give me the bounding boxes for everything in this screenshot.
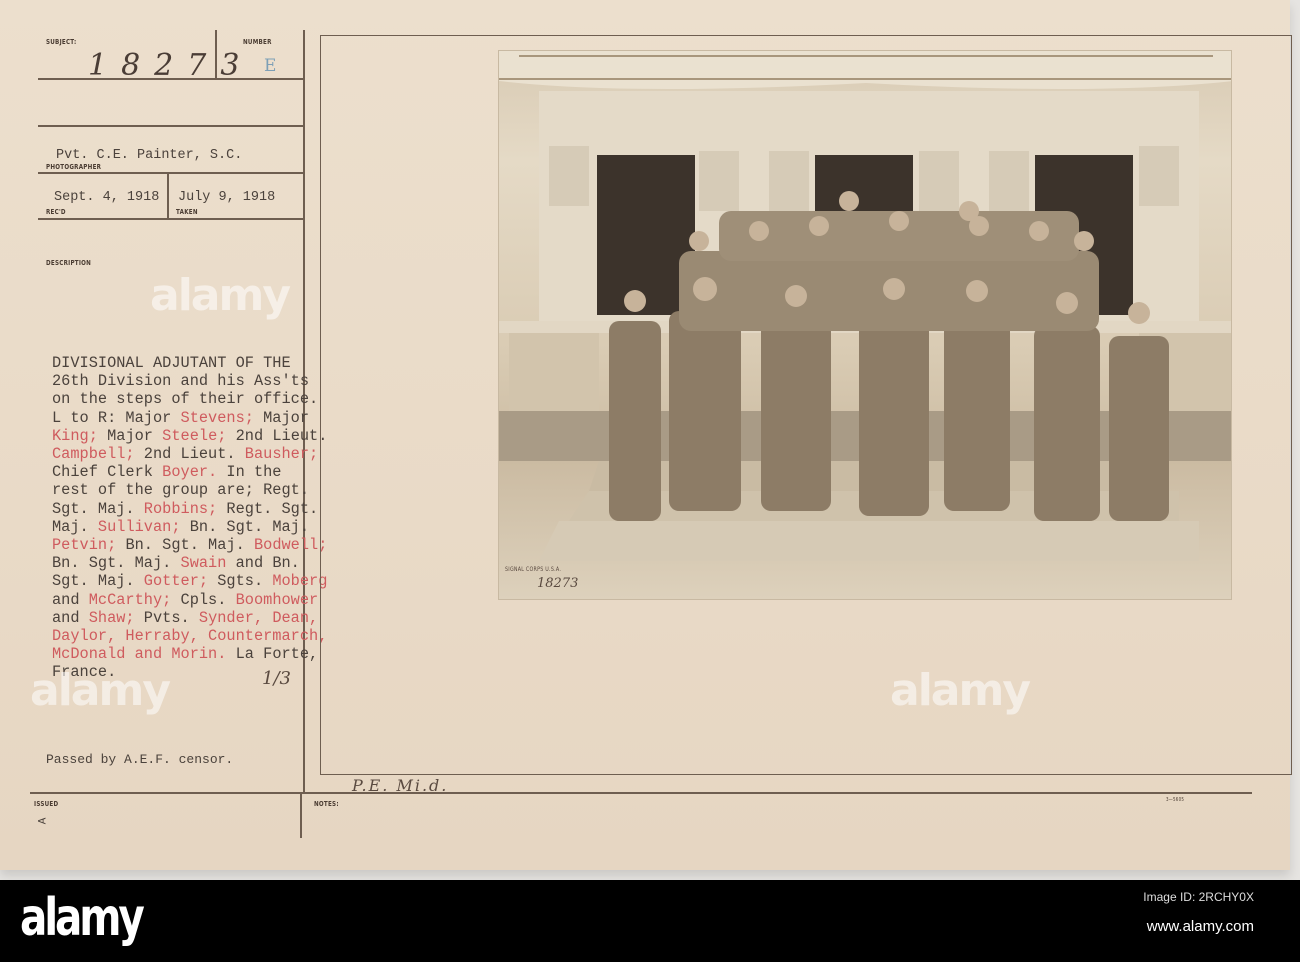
- description-line: Campbell; 2nd Lieut. Bausher;: [52, 445, 327, 463]
- description-line: Bn. Sgt. Maj. Swain and Bn.: [52, 554, 327, 572]
- issued-mark: A: [37, 817, 50, 825]
- description-segment: and: [52, 590, 89, 609]
- person-name: Swain: [180, 554, 227, 573]
- description-line: DIVISIONAL ADJUTANT OF THE: [52, 354, 327, 372]
- person-name: King;: [52, 426, 98, 445]
- person-name: Boomhower: [235, 590, 319, 609]
- issued-label: ISSUED: [34, 800, 59, 808]
- description-line: Sgt. Maj. Gotter; Sgts. Moberg: [52, 572, 327, 590]
- notes-label: NOTES:: [314, 800, 339, 808]
- subject-value: 18273: [88, 48, 254, 83]
- bottom-divider: [30, 792, 1252, 794]
- person-name: Daylor, Herraby, Countermarch,: [52, 627, 328, 646]
- form-number: 3—5605: [1166, 797, 1185, 803]
- description-segment: and: [52, 608, 89, 627]
- notes-handwritten: P.E. Mi.d.: [352, 776, 449, 795]
- description-segment: L to R: Major: [52, 408, 181, 427]
- photo-number: 18273: [537, 576, 579, 591]
- image-id: Image ID: 2RCHY0X: [1143, 890, 1254, 904]
- divider: [38, 172, 304, 174]
- description-segment: DIVISIONAL ADJUTANT OF THE: [52, 354, 291, 372]
- description-segment: Regt. Sgt.: [217, 499, 319, 518]
- description-segment: rest of the group are; Regt.: [52, 481, 310, 500]
- description-segment: Bn. Sgt. Maj.: [116, 536, 254, 555]
- person-name: McDonald and Morin.: [52, 645, 227, 664]
- taken-value: July 9, 1918: [178, 190, 276, 205]
- description-segment: 2nd Lieut.: [226, 426, 328, 445]
- person-name: Boyer.: [162, 463, 218, 482]
- description-segment: Sgt. Maj.: [52, 499, 144, 518]
- person-name: Campbell;: [52, 445, 135, 464]
- person-name: Bausher;: [244, 445, 319, 464]
- description-line: and McCarthy; Cpls. Boomhower: [52, 591, 327, 609]
- description-line: Chief Clerk Boyer. In the: [52, 463, 327, 481]
- photographer-label: PHOTOGRAPHER: [46, 163, 102, 171]
- description-segment: Pvts.: [134, 608, 199, 627]
- description-segment: 2nd Lieut.: [134, 445, 245, 464]
- handwritten-fraction: 1/3: [262, 668, 291, 689]
- watermark: alamy: [30, 665, 171, 716]
- person-name: Shaw;: [88, 608, 135, 627]
- divider: [38, 218, 304, 220]
- person-name: Petvin;: [52, 536, 117, 555]
- subject-label: SUBJECT:: [46, 38, 77, 46]
- divider: [38, 125, 304, 127]
- description-segment: on the steps of their office.: [52, 390, 319, 409]
- description-segment: In the: [217, 463, 282, 482]
- description-line: Petvin; Bn. Sgt. Maj. Bodwell;: [52, 536, 327, 554]
- description-segment: 26th Division and his Ass'ts: [52, 372, 310, 391]
- description-segment: La Forte,: [226, 645, 319, 664]
- description-line: rest of the group are; Regt.: [52, 481, 327, 499]
- description-segment: Major: [97, 426, 163, 445]
- person-name: Sullivan;: [97, 517, 181, 536]
- footer-url[interactable]: www.alamy.com: [1147, 918, 1254, 935]
- description-segment: Bn. Sgt. Maj.: [52, 554, 181, 573]
- description-segment: Bn. Sgt. Maj.: [180, 517, 310, 536]
- description-line: King; Major Steele; 2nd Lieut.: [52, 427, 327, 445]
- received-label: REC'D: [46, 208, 66, 216]
- description-segment: Chief Clerk: [52, 463, 163, 482]
- received-value: Sept. 4, 1918: [54, 190, 160, 205]
- description-segment: Sgt. Maj.: [52, 572, 144, 591]
- number-value: E: [264, 56, 277, 76]
- description-line: and Shaw; Pvts. Synder, Dean,: [52, 609, 327, 627]
- description-line: 26th Division and his Ass'ts: [52, 372, 327, 390]
- group-photo-illustration: [499, 51, 1231, 561]
- description-line: Daylor, Herraby, Countermarch,: [52, 627, 327, 645]
- person-name: McCarthy;: [88, 590, 172, 609]
- description-line: Sgt. Maj. Robbins; Regt. Sgt.: [52, 500, 327, 518]
- description-text: DIVISIONAL ADJUTANT OF THE 26th Division …: [52, 354, 327, 682]
- person-name: Robbins;: [143, 499, 218, 518]
- person-name: Steele;: [162, 426, 227, 445]
- description-segment: and Bn.: [226, 554, 300, 573]
- description-segment: Cpls.: [171, 590, 236, 609]
- person-name: Gotter;: [143, 572, 209, 591]
- description-segment: Major: [253, 408, 310, 427]
- description-line: McDonald and Morin. La Forte,: [52, 645, 327, 663]
- photograph: SIGNAL CORPS U.S.A. 18273: [498, 50, 1232, 600]
- footer-logo[interactable]: alamy: [20, 888, 145, 948]
- footer-band: alamy Image ID: 2RCHY0X www.alamy.com: [0, 880, 1300, 962]
- photographer-value: Pvt. C.E. Painter, S.C.: [56, 148, 243, 163]
- person-name: Synder, Dean,: [198, 608, 319, 627]
- divider: [167, 172, 169, 218]
- watermark: alamy: [150, 270, 291, 321]
- taken-label: TAKEN: [176, 208, 198, 216]
- person-name: Stevens;: [180, 408, 254, 427]
- person-name: Bodwell;: [253, 536, 328, 555]
- watermark: alamy: [890, 665, 1031, 716]
- signal-corps-stamp: SIGNAL CORPS U.S.A.: [505, 566, 562, 573]
- description-line: L to R: Major Stevens; Major: [52, 409, 327, 427]
- description-segment: Sgts.: [208, 572, 273, 591]
- archive-card: SUBJECT: 18273 NUMBER E Pvt. C.E. Painte…: [0, 0, 1292, 870]
- censor-note: Passed by A.E.F. censor.: [46, 752, 234, 767]
- description-line: Maj. Sullivan; Bn. Sgt. Maj.: [52, 518, 327, 536]
- number-label: NUMBER: [243, 38, 272, 46]
- description-segment: Maj.: [52, 517, 98, 536]
- description-label: DESCRIPTION: [46, 259, 92, 267]
- divider: [300, 792, 302, 838]
- description-line: on the steps of their office.: [52, 390, 327, 408]
